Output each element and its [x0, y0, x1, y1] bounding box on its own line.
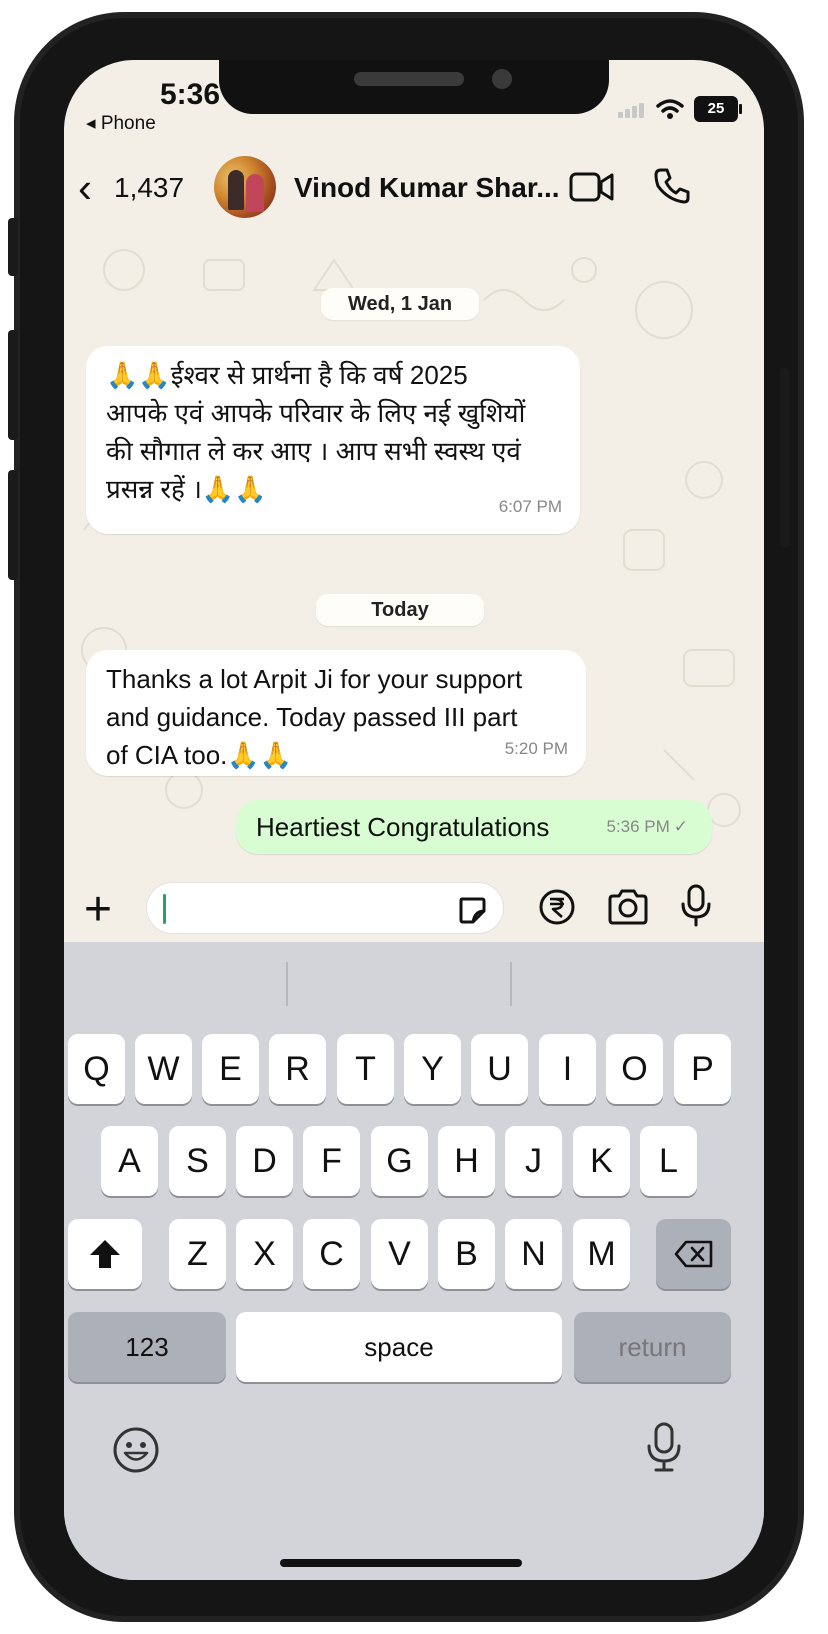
- payment-rupee-icon[interactable]: [538, 888, 576, 926]
- delete-key[interactable]: [656, 1219, 731, 1289]
- key-d[interactable]: D: [236, 1126, 293, 1196]
- suggestion-divider: [286, 962, 288, 1006]
- home-indicator[interactable]: [280, 1559, 522, 1567]
- chat-messages-area[interactable]: Wed, 1 Jan 🙏🙏ईश्वर से प्रार्थना है कि वर…: [64, 230, 764, 880]
- on-screen-keyboard: Q W E R T Y U I O P A S D F G H J K L Z …: [64, 942, 764, 1580]
- key-a[interactable]: A: [101, 1126, 158, 1196]
- status-time: 5:36: [160, 78, 221, 111]
- battery-indicator: 25: [694, 96, 742, 122]
- key-u[interactable]: U: [471, 1034, 528, 1104]
- message-text: 🙏🙏ईश्वर से प्रार्थना है कि वर्ष 2025 आपक…: [106, 360, 526, 504]
- key-t[interactable]: T: [337, 1034, 394, 1104]
- sent-check-icon: ✓: [673, 817, 688, 836]
- key-b[interactable]: B: [438, 1219, 495, 1289]
- date-separator: Today: [316, 594, 484, 626]
- key-y[interactable]: Y: [404, 1034, 461, 1104]
- key-r[interactable]: R: [269, 1034, 326, 1104]
- chat-header: ‹ 1,437 Vinod Kumar Shar...: [64, 150, 764, 230]
- notch: [219, 60, 609, 114]
- key-q[interactable]: Q: [68, 1034, 125, 1104]
- outgoing-message-bubble[interactable]: Heartiest Congratulations 5:36 PM ✓: [236, 800, 712, 854]
- incoming-message-bubble[interactable]: 🙏🙏ईश्वर से प्रार्थना है कि वर्ष 2025 आपक…: [86, 346, 580, 534]
- key-o[interactable]: O: [606, 1034, 663, 1104]
- incoming-message-bubble[interactable]: Thanks a lot Arpit Ji for your support a…: [86, 650, 586, 776]
- message-input[interactable]: [146, 882, 504, 934]
- back-chevron-icon[interactable]: ‹: [78, 167, 92, 209]
- key-s[interactable]: S: [169, 1126, 226, 1196]
- status-icons: 25: [618, 96, 742, 122]
- message-timestamp: 6:07 PM: [498, 497, 562, 516]
- suggestion-divider: [510, 962, 512, 1006]
- key-j[interactable]: J: [505, 1126, 562, 1196]
- message-timestamp: 5:36 PM ✓: [606, 817, 688, 836]
- voice-call-icon[interactable]: [652, 166, 692, 206]
- contact-avatar[interactable]: [214, 156, 276, 218]
- key-h[interactable]: H: [438, 1126, 495, 1196]
- camera-icon[interactable]: [606, 888, 650, 926]
- return-key[interactable]: return: [574, 1312, 731, 1382]
- shift-arrow-icon: [90, 1240, 120, 1268]
- unread-count-back-button[interactable]: 1,437: [114, 172, 184, 204]
- video-call-icon[interactable]: [569, 170, 615, 204]
- cellular-signal-icon: [618, 100, 646, 118]
- date-separator: Wed, 1 Jan: [321, 288, 479, 320]
- shift-key[interactable]: [68, 1219, 142, 1289]
- key-l[interactable]: L: [640, 1126, 697, 1196]
- key-v[interactable]: V: [371, 1219, 428, 1289]
- message-text: Thanks a lot Arpit Ji for your support a…: [106, 664, 523, 770]
- side-button-volume-down: [8, 470, 18, 580]
- back-to-app-link[interactable]: ◂ Phone: [86, 112, 156, 135]
- chat-wallpaper: [81, 249, 741, 831]
- key-z[interactable]: Z: [169, 1219, 226, 1289]
- message-input-bar: +: [64, 880, 764, 942]
- side-button-volume-up: [8, 330, 18, 440]
- side-button-power: [780, 368, 790, 548]
- avatar-person-right: [246, 174, 264, 212]
- front-camera: [492, 69, 512, 89]
- space-key[interactable]: space: [236, 1312, 562, 1382]
- key-f[interactable]: F: [303, 1126, 360, 1196]
- backspace-icon: [674, 1240, 712, 1268]
- key-m[interactable]: M: [573, 1219, 630, 1289]
- key-g[interactable]: G: [371, 1126, 428, 1196]
- text-cursor: [163, 894, 166, 924]
- key-i[interactable]: I: [539, 1034, 596, 1104]
- key-p[interactable]: P: [674, 1034, 731, 1104]
- key-n[interactable]: N: [505, 1219, 562, 1289]
- key-w[interactable]: W: [135, 1034, 192, 1104]
- earpiece-speaker: [354, 72, 464, 86]
- wifi-icon: [656, 99, 684, 119]
- dictation-microphone-icon[interactable]: [644, 1422, 684, 1474]
- contact-name[interactable]: Vinod Kumar Shar...: [294, 172, 560, 204]
- message-timestamp: 5:20 PM: [504, 739, 568, 758]
- key-k[interactable]: K: [573, 1126, 630, 1196]
- side-button-silent: [8, 218, 18, 276]
- emoji-icon[interactable]: [112, 1426, 160, 1474]
- plus-icon[interactable]: +: [84, 886, 112, 934]
- screen: 5:36 ◂ Phone 25 ‹ 1,437 Vinod Kumar Shar…: [64, 60, 764, 1580]
- microphone-icon[interactable]: [680, 884, 712, 928]
- key-e[interactable]: E: [202, 1034, 259, 1104]
- key-c[interactable]: C: [303, 1219, 360, 1289]
- avatar-person-left: [228, 170, 244, 210]
- key-x[interactable]: X: [236, 1219, 293, 1289]
- numbers-key[interactable]: 123: [68, 1312, 226, 1382]
- sticker-icon[interactable]: [457, 895, 487, 925]
